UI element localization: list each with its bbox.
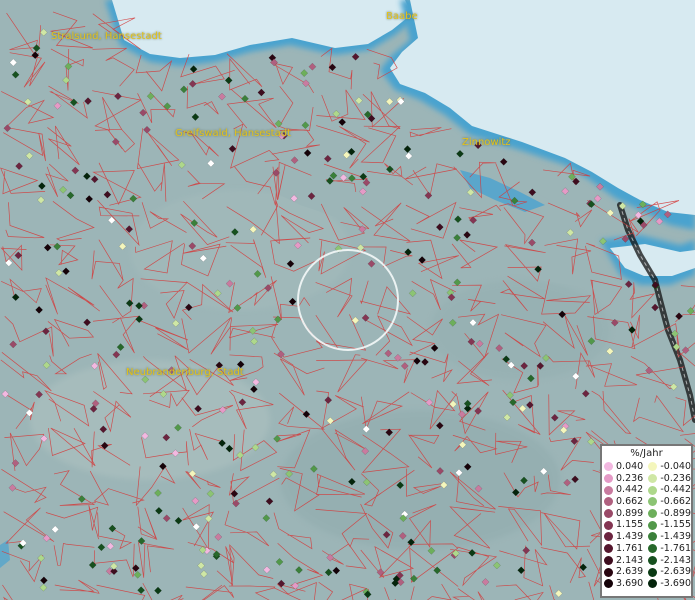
legend-row: 0.040 -0.040	[602, 461, 691, 473]
legend-value: 1.439	[616, 531, 644, 543]
legend-item: -0.040	[646, 461, 691, 473]
legend-swatch	[604, 567, 613, 577]
legend-item: 2.143	[602, 555, 646, 567]
city-label-zinnowitz: Zinnowitz	[462, 137, 511, 148]
legend-item: -0.442	[646, 484, 691, 496]
city-label-stralsund: Stralsund, Hansestadt	[51, 31, 162, 42]
city-label-neubrandenburg: Neubrandenburg, Stadt	[126, 367, 244, 378]
legend-row: 1.439 -1.439	[602, 531, 691, 543]
legend-swatch	[604, 520, 613, 530]
legend-value: 0.442	[616, 484, 644, 496]
legend-title: %/Jahr	[630, 448, 663, 459]
legend-item: 0.442	[602, 484, 646, 496]
legend-value: 1.761	[616, 542, 644, 554]
legend-item: -2.639	[646, 566, 691, 578]
city-label-greifswald: Greifswald, Hansestadt	[175, 128, 291, 139]
legend-swatch	[604, 579, 613, 589]
legend-item: -0.662	[646, 496, 691, 508]
map-canvas[interactable]	[0, 0, 695, 600]
legend-row: 1.761 -1.761	[602, 543, 691, 555]
legend-item: -1.155	[646, 519, 691, 531]
legend-value: -0.040	[660, 461, 691, 472]
legend-swatch	[604, 509, 613, 519]
legend-value: -1.155	[660, 519, 691, 531]
legend-swatch	[604, 462, 613, 472]
legend-swatch	[604, 532, 613, 542]
legend-row: 3.690 -3.690	[602, 578, 691, 590]
legend-value: 2.639	[616, 566, 644, 578]
city-label-baabe: Baabe	[386, 11, 418, 22]
legend-value: -0.899	[660, 507, 691, 519]
legend-item: 0.236	[602, 473, 646, 485]
legend-item: 3.690	[602, 578, 646, 590]
legend-item: 0.040	[602, 461, 646, 473]
legend-value: 0.899	[616, 507, 644, 519]
legend-swatch	[604, 474, 613, 484]
legend-row: 0.899 -0.899	[602, 508, 691, 520]
legend-rows: 0.040 -0.040 0.236 -0.236 0.442 -0.442 0.662 -0…	[602, 461, 691, 590]
legend-value: -2.639	[660, 566, 691, 578]
legend-row: 1.155 -1.155	[602, 519, 691, 531]
legend-item: 0.899	[602, 508, 646, 520]
legend-item: -1.761	[646, 543, 691, 555]
legend-value: -1.439	[660, 531, 691, 543]
legend-swatch	[648, 567, 658, 577]
legend-swatch	[648, 532, 658, 542]
legend-swatch	[604, 544, 613, 554]
legend-item: -1.439	[646, 531, 691, 543]
legend-item: -0.899	[646, 508, 691, 520]
legend-item: 2.639	[602, 566, 646, 578]
legend-swatch	[648, 474, 658, 484]
legend-item: 1.155	[602, 519, 646, 531]
legend-value: -0.442	[660, 484, 691, 496]
legend-item: -2.143	[646, 555, 691, 567]
legend-value: 2.143	[616, 554, 644, 566]
legend-swatch	[648, 485, 658, 495]
legend-value: 0.236	[616, 472, 644, 484]
legend-value: 0.040	[616, 461, 644, 472]
legend-value: 3.690	[616, 577, 644, 589]
legend-swatch	[648, 555, 658, 565]
legend-row: 2.143 -2.143	[602, 555, 691, 567]
legend-row: 0.662 -0.662	[602, 496, 691, 508]
legend-swatch	[604, 485, 613, 495]
legend-item: -0.236	[646, 473, 691, 485]
legend-value: 0.662	[616, 496, 644, 508]
legend-row: 0.442 -0.442	[602, 484, 691, 496]
legend-swatch	[648, 497, 658, 507]
legend-swatch	[604, 555, 613, 565]
legend-swatch	[648, 579, 658, 589]
legend-item: 0.662	[602, 496, 646, 508]
legend-swatch	[604, 497, 613, 507]
legend-swatch	[648, 462, 658, 472]
legend-row: 2.639 -2.639	[602, 566, 691, 578]
legend-value: -2.143	[660, 554, 691, 566]
legend-item: 1.761	[602, 543, 646, 555]
legend-swatch	[648, 509, 658, 519]
legend-item: -3.690	[646, 578, 691, 590]
legend-swatch	[648, 520, 658, 530]
legend-swatch	[648, 544, 658, 554]
legend-value: -0.236	[660, 472, 691, 484]
legend-box: %/Jahr 0.040 -0.040 0.236 -0.236 0.442 -0.442…	[600, 444, 693, 598]
legend-value: -3.690	[660, 577, 691, 589]
legend-value: -1.761	[660, 542, 691, 554]
legend-value: -0.662	[660, 496, 691, 508]
legend-row: 0.236 -0.236	[602, 473, 691, 485]
legend-item: 1.439	[602, 531, 646, 543]
legend-value: 1.155	[616, 519, 644, 531]
